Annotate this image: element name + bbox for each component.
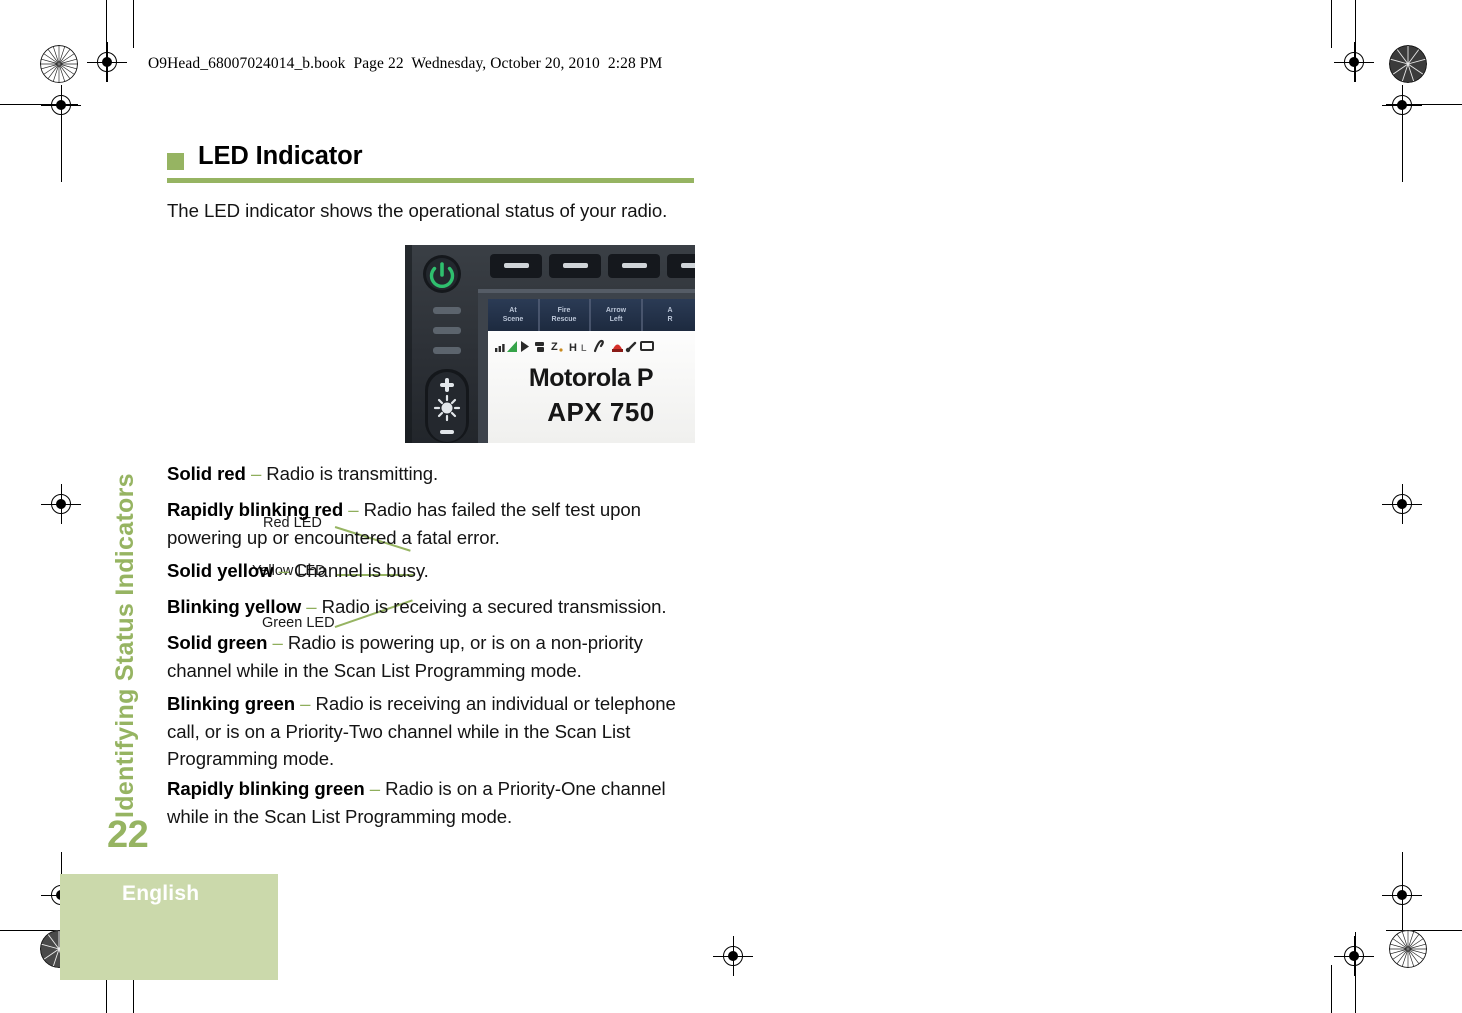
language-tab-label: English: [122, 882, 200, 905]
crop-line-right-vertical-lower-inner: [1331, 965, 1333, 1013]
led-state-dash: –: [369, 778, 380, 799]
svg-text:L: L: [581, 343, 587, 353]
svg-text:Arrow: Arrow: [606, 307, 627, 314]
svg-text:A: A: [667, 307, 672, 314]
page-number: 22: [107, 814, 149, 856]
led-state-dash: –: [250, 463, 262, 484]
svg-text:At: At: [509, 307, 517, 314]
heading-square-bullet-icon: [167, 153, 184, 170]
page-title: LED Indicator: [198, 142, 363, 170]
led-state-term: Solid red: [167, 463, 246, 484]
registration-mark-middle-left: [41, 484, 81, 524]
crop-line-bottom-horizontal-right: [1386, 930, 1462, 932]
led-state-paragraph: Solid yellow – Channel is busy.: [167, 557, 702, 585]
svg-text:Rescue: Rescue: [552, 316, 577, 323]
crop-line-left-vertical-inner-top: [133, 0, 135, 48]
led-state-paragraph: Blinking green – Radio is receiving an i…: [167, 690, 702, 773]
book-file-header: O9Head_68007024014_b.book Page 22 Wednes…: [148, 55, 663, 72]
registration-mark-middle-right: [1382, 484, 1422, 524]
led-state-dash: –: [278, 560, 289, 581]
led-state-term: Rapidly blinking green: [167, 778, 365, 799]
led-figure: Red LED Yellow LED Green LED At Scene Fi…: [167, 245, 695, 631]
section-intro-text: The LED indicator shows the operational …: [167, 200, 668, 221]
registration-mark-bottom-center: [713, 936, 753, 976]
radio-illustration: At Scene Fire Rescue Arrow Left AR Z H L Mo…: [405, 245, 695, 443]
svg-text:Motorola P: Motorola P: [529, 364, 653, 392]
svg-text:Fire: Fire: [558, 307, 571, 314]
radio-control-head-photo: At Scene Fire Rescue Arrow Left AR Z H L…: [405, 245, 695, 443]
heading-rule: [167, 178, 694, 183]
led-state-desc: Channel is busy.: [293, 560, 429, 581]
registration-mark-top-left-inner: [41, 85, 81, 125]
registration-mark-bottom-right-inner: [1382, 875, 1422, 915]
svg-text:Left: Left: [610, 316, 624, 323]
star-target-bottom-right: [1389, 930, 1427, 968]
led-state-dash: –: [272, 632, 283, 653]
printed-page: O9Head_68007024014_b.book Page 22 Wednes…: [0, 0, 1462, 1013]
led-state-term: Rapidly blinking red: [167, 499, 344, 520]
led-state-term: Solid green: [167, 632, 268, 653]
running-head-vertical: Identifying Status Indicators: [111, 473, 139, 818]
svg-text:R: R: [667, 316, 672, 323]
star-target-top-right: [1389, 45, 1427, 83]
led-state-dash: –: [300, 693, 311, 714]
led-state-term: Blinking yellow: [167, 596, 302, 617]
registration-mark-top-left-outer: [87, 42, 127, 82]
registration-mark-bottom-right-outer: [1334, 936, 1374, 976]
crop-line-right-vertical-inner-top: [1331, 0, 1333, 48]
led-state-paragraph: Blinking yellow – Radio is receiving a s…: [167, 593, 702, 621]
led-state-paragraph: Rapidly blinking red – Radio has failed …: [167, 496, 702, 551]
svg-text:H: H: [569, 342, 577, 354]
led-state-desc: Radio is receiving a secured transmissio…: [321, 596, 667, 617]
led-state-paragraph: Solid green – Radio is powering up, or i…: [167, 629, 702, 684]
led-state-dash: –: [348, 499, 359, 520]
led-state-paragraph: Solid red – Radio is transmitting.: [167, 460, 702, 488]
svg-text:APX 750: APX 750: [547, 397, 655, 427]
led-state-term: Blinking green: [167, 693, 296, 714]
star-target-top-left: [40, 45, 78, 83]
led-state-paragraph: Rapidly blinking green – Radio is on a P…: [167, 775, 702, 830]
led-state-dash: –: [306, 596, 317, 617]
led-state-term: Solid yellow: [167, 560, 274, 581]
registration-mark-top-right-inner: [1382, 85, 1422, 125]
svg-text:Z: Z: [551, 341, 558, 353]
registration-mark-top-right-outer: [1334, 42, 1374, 82]
svg-text:Scene: Scene: [503, 316, 524, 323]
led-state-desc: Radio is transmitting.: [266, 463, 439, 484]
